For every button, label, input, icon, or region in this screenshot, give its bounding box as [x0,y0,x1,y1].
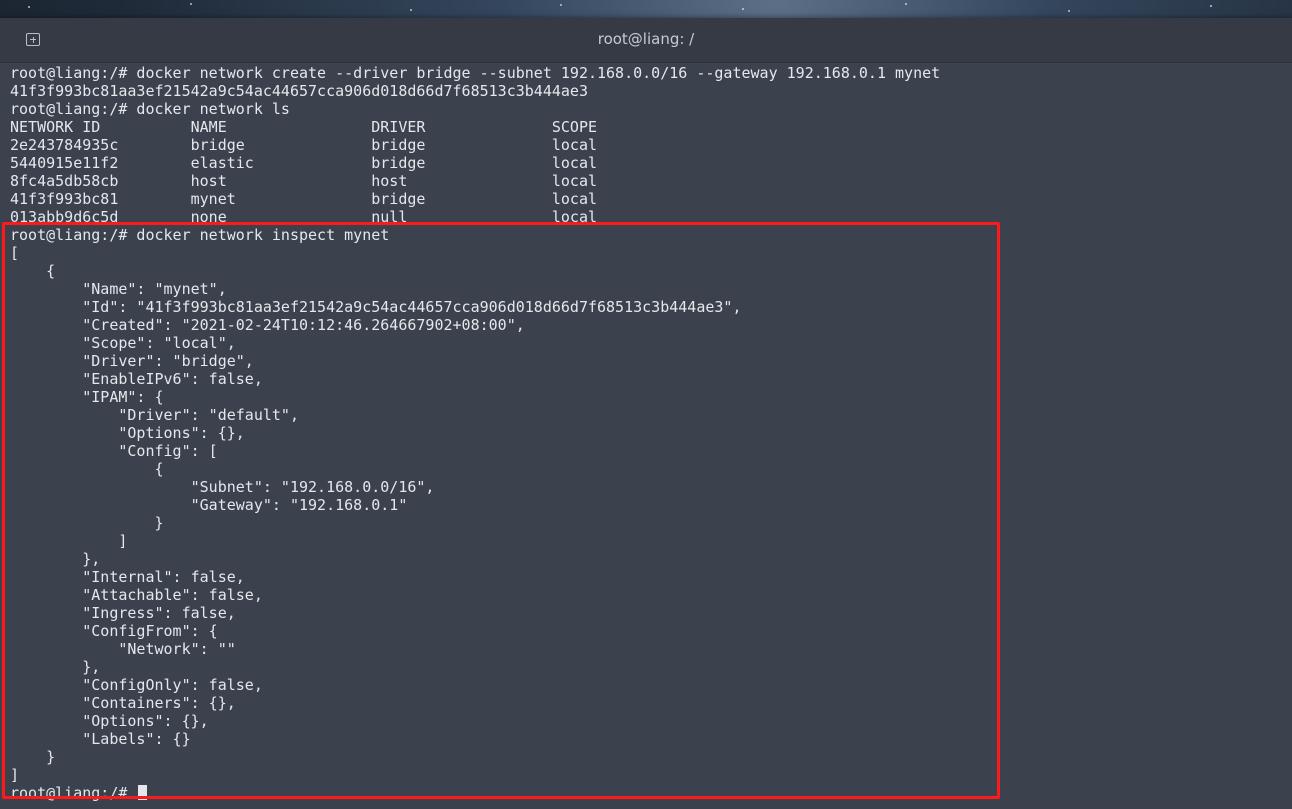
star [410,9,412,11]
terminal-line: 41f3f993bc81aa3ef21542a9c54ac44657cca906… [10,82,588,100]
terminal-line: "Attachable": false, [10,586,263,604]
terminal-line: "Subnet": "192.168.0.0/16", [10,478,435,496]
terminal-line: ] [10,532,128,550]
terminal-line: "EnableIPv6": false, [10,370,263,388]
terminal-line: 8fc4a5db58cb host host local [10,172,597,190]
terminal-line: "IPAM": { [10,388,164,406]
terminal-line: "Gateway": "192.168.0.1" [10,496,408,514]
terminal-line: NETWORK ID NAME DRIVER SCOPE [10,118,597,136]
terminal-line: } [10,748,56,766]
terminal-output[interactable]: root@liang:/# docker network create --dr… [0,63,1292,809]
terminal-line: ] [10,766,20,784]
prompt-line[interactable]: root@liang:/# [10,784,940,802]
terminal-line: "Network": "" [10,640,236,658]
terminal-line: 5440915e11f2 elastic bridge local [10,154,597,172]
star [742,8,744,10]
terminal-line: root@liang:/# docker network inspect myn… [10,226,390,244]
terminal-line: 2e243784935c bridge bridge local [10,136,597,154]
terminal-line: "ConfigOnly": false, [10,676,263,694]
star [1210,5,1212,7]
terminal-line: } [10,514,164,532]
text-cursor [138,785,148,800]
shell-prompt: root@liang:/# [10,784,137,802]
terminal-lines: root@liang:/# docker network create --dr… [10,64,940,802]
terminal-line: "Ingress": false, [10,604,236,622]
terminal-line: "Created": "2021-02-24T10:12:46.26466790… [10,316,525,334]
terminal-line: "Config": [ [10,442,218,460]
terminal-line: "Driver": "bridge", [10,352,254,370]
terminal-line: "Scope": "local", [10,334,236,352]
terminal-line: "Options": {}, [10,712,209,730]
star [1068,10,1070,12]
terminal-window[interactable]: root@liang: / root@liang:/# docker netwo… [0,18,1292,809]
window-title: root@liang: / [597,30,695,48]
terminal-line: }, [10,658,101,676]
terminal-line: "Internal": false, [10,568,245,586]
star [560,4,562,6]
terminal-line: "Containers": {}, [10,694,236,712]
terminal-line: "ConfigFrom": { [10,622,218,640]
terminal-line: "Options": {}, [10,424,245,442]
terminal-line: "Name": "mynet", [10,280,227,298]
terminal-line: [ [10,244,20,262]
star [905,3,907,5]
terminal-line: root@liang:/# docker network create --dr… [10,64,941,82]
terminal-line: 41f3f993bc81 mynet bridge local [10,190,597,208]
terminal-line: "Id": "41f3f993bc81aa3ef21542a9c54ac4465… [10,298,742,316]
terminal-line: "Labels": {} [10,730,191,748]
star [190,3,192,5]
star [28,6,30,8]
terminal-line: }, [10,550,101,568]
terminal-line: root@liang:/# docker network ls [10,100,290,118]
terminal-line: { [10,262,56,280]
terminal-line: { [10,460,164,478]
terminal-line: 013abb9d6c5d none null local [10,208,597,226]
terminal-line: "Driver": "default", [10,406,299,424]
title-bar[interactable]: root@liang: / [0,18,1292,63]
